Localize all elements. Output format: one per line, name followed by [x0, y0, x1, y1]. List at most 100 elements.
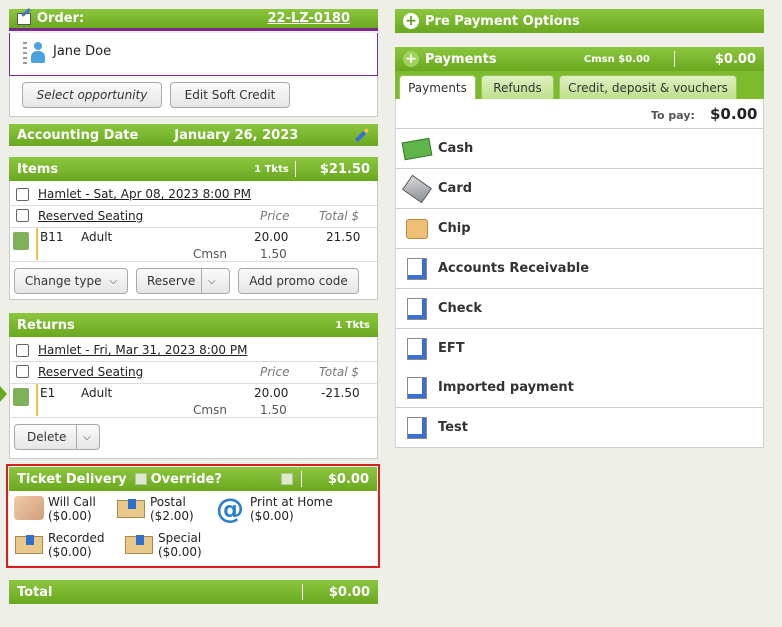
items-line-total: 21.50 — [326, 230, 361, 244]
returns-total-header: Total $ — [319, 365, 360, 379]
reserve-button[interactable]: Reserve ⌵ — [136, 268, 230, 294]
plus-icon[interactable]: + — [403, 51, 419, 67]
payment-method-eft[interactable]: EFT — [395, 329, 764, 369]
tab-payments[interactable]: Payments — [399, 75, 476, 100]
pencil-icon[interactable] — [354, 127, 370, 143]
override-label: Override? — [150, 471, 222, 487]
expand-arrow-icon[interactable] — [0, 386, 7, 402]
chevron-down-icon: ⌵ — [207, 275, 216, 287]
at-sign-icon: @ — [216, 492, 244, 525]
pre-payment-title: Pre Payment Options — [425, 13, 580, 29]
delivery-option-postal[interactable]: Postal ($2.00) — [117, 494, 217, 526]
returns-header: Returns 1 Tkts — [9, 313, 378, 337]
payment-method-card[interactable]: Card — [395, 169, 764, 209]
chip-icon — [406, 218, 428, 239]
change-type-button[interactable]: Change type ⌵ — [14, 268, 128, 294]
ticket-add-icon[interactable] — [13, 232, 29, 250]
edit-icon — [17, 7, 31, 25]
accounting-date-bar: Accounting Date January 26, 2023 — [9, 124, 378, 146]
document-edit-icon — [407, 376, 427, 399]
delivery-amount: $0.00 — [327, 471, 369, 487]
items-header: Items 1 Tkts $21.50 — [9, 157, 378, 181]
payment-method-imported-payment[interactable]: Imported payment — [395, 368, 764, 408]
returns-price: 20.00 — [254, 386, 289, 400]
ticket-delivery-header: Ticket Delivery Override? $0.00 — [9, 467, 377, 491]
returns-line-total: -21.50 — [321, 386, 360, 400]
returns-event-link[interactable]: Hamlet - Fri, Mar 31, 2023 8:00 PM — [38, 343, 247, 357]
payment-method-accounts-receivable[interactable]: Accounts Receivable — [395, 249, 764, 289]
items-price: 20.00 — [254, 230, 289, 244]
items-total: $21.50 — [319, 161, 370, 177]
document-edit-icon — [407, 337, 427, 360]
customer-name[interactable]: Jane Doe — [53, 44, 111, 59]
card-icon — [402, 174, 432, 203]
to-pay-row: To pay: $0.00 — [395, 99, 764, 129]
returns-title: Returns — [17, 317, 75, 333]
chevron-down-icon: ⌵ — [83, 431, 91, 443]
delivery-option-will-call[interactable]: Will Call ($0.00) — [14, 494, 114, 526]
ticket-add-icon[interactable] — [13, 388, 29, 406]
payments-amount: $0.00 — [714, 51, 756, 67]
chevron-down-icon: ⌵ — [109, 275, 118, 287]
ticket-delivery-title: Ticket Delivery — [17, 471, 127, 487]
items-total-header: Total $ — [319, 209, 360, 223]
accounting-date-label: Accounting Date — [17, 127, 139, 143]
returns-price-header: Price — [260, 365, 290, 379]
items-seating-link[interactable]: Reserved Seating — [38, 209, 143, 223]
person-icon — [31, 42, 45, 64]
envelope-download-icon — [125, 535, 153, 554]
document-edit-icon — [407, 416, 427, 439]
returns-cmsn: 1.50 — [260, 403, 287, 417]
drag-handle-icon[interactable] — [23, 42, 27, 64]
delivery-option-print-at-home[interactable]: @ Print at Home ($0.00) — [216, 492, 356, 526]
cash-icon — [401, 137, 433, 160]
items-cmsn: 1.50 — [260, 247, 287, 261]
total-bar: Total $0.00 — [9, 580, 378, 604]
total-amount: $0.00 — [328, 584, 370, 600]
returns-ticket-type: Adult — [81, 386, 113, 400]
items-ticket-count: 1 Tkts — [254, 163, 289, 175]
order-header: Order: 22-LZ-0180 — [9, 7, 378, 31]
add-promo-code-button[interactable]: Add promo code — [238, 268, 359, 294]
returns-seat: E1 — [40, 386, 56, 400]
delivery-checkbox[interactable] — [280, 473, 293, 485]
payments-header: + Payments Cmsn $0.00 $0.00 — [395, 47, 764, 71]
returns-event-checkbox[interactable] — [16, 344, 29, 357]
plus-icon[interactable]: + — [403, 13, 419, 29]
returns-ticket-count: 1 Tkts — [335, 319, 370, 331]
edit-soft-credit-button[interactable]: Edit Soft Credit — [170, 82, 290, 108]
payment-method-chip[interactable]: Chip — [395, 209, 764, 249]
items-title: Items — [17, 161, 59, 177]
payments-cmsn: Cmsn $0.00 — [583, 53, 650, 65]
document-edit-icon — [407, 297, 427, 320]
payment-method-check[interactable]: Check — [395, 289, 764, 329]
items-event-checkbox[interactable] — [16, 188, 29, 201]
items-cmsn-label: Cmsn — [193, 247, 227, 261]
envelope-download-icon — [15, 535, 43, 554]
select-opportunity-button[interactable]: Select opportunity — [22, 82, 162, 108]
items-seating-checkbox[interactable] — [16, 209, 29, 222]
payment-method-cash[interactable]: Cash — [395, 129, 764, 169]
order-title: Order: — [37, 11, 85, 26]
document-edit-icon — [407, 257, 427, 280]
order-number-link[interactable]: 22-LZ-0180 — [267, 11, 350, 26]
items-event-link[interactable]: Hamlet - Sat, Apr 08, 2023 8:00 PM — [38, 187, 251, 201]
returns-seating-link[interactable]: Reserved Seating — [38, 365, 143, 379]
delete-button[interactable]: Delete ⌵ — [14, 424, 100, 450]
returns-cmsn-label: Cmsn — [193, 403, 227, 417]
tab-credit-deposit-vouchers[interactable]: Credit, deposit & vouchers — [559, 75, 737, 99]
pre-payment-options-bar[interactable]: + Pre Payment Options — [395, 9, 764, 33]
delivery-option-recorded[interactable]: Recorded ($0.00) — [15, 530, 125, 562]
payment-method-test[interactable]: Test — [395, 408, 764, 448]
to-pay-amount: $0.00 — [710, 105, 758, 123]
returns-seating-checkbox[interactable] — [16, 365, 29, 378]
total-label: Total — [17, 584, 53, 600]
payments-title: Payments — [425, 51, 497, 67]
items-seat: B11 — [40, 230, 64, 244]
override-checkbox[interactable] — [134, 473, 147, 485]
envelope-download-icon — [117, 499, 145, 518]
tab-refunds[interactable]: Refunds — [481, 75, 554, 99]
customer-box: Jane Doe — [9, 33, 378, 76]
delivery-option-special[interactable]: Special ($0.00) — [125, 530, 225, 562]
items-price-header: Price — [260, 209, 290, 223]
